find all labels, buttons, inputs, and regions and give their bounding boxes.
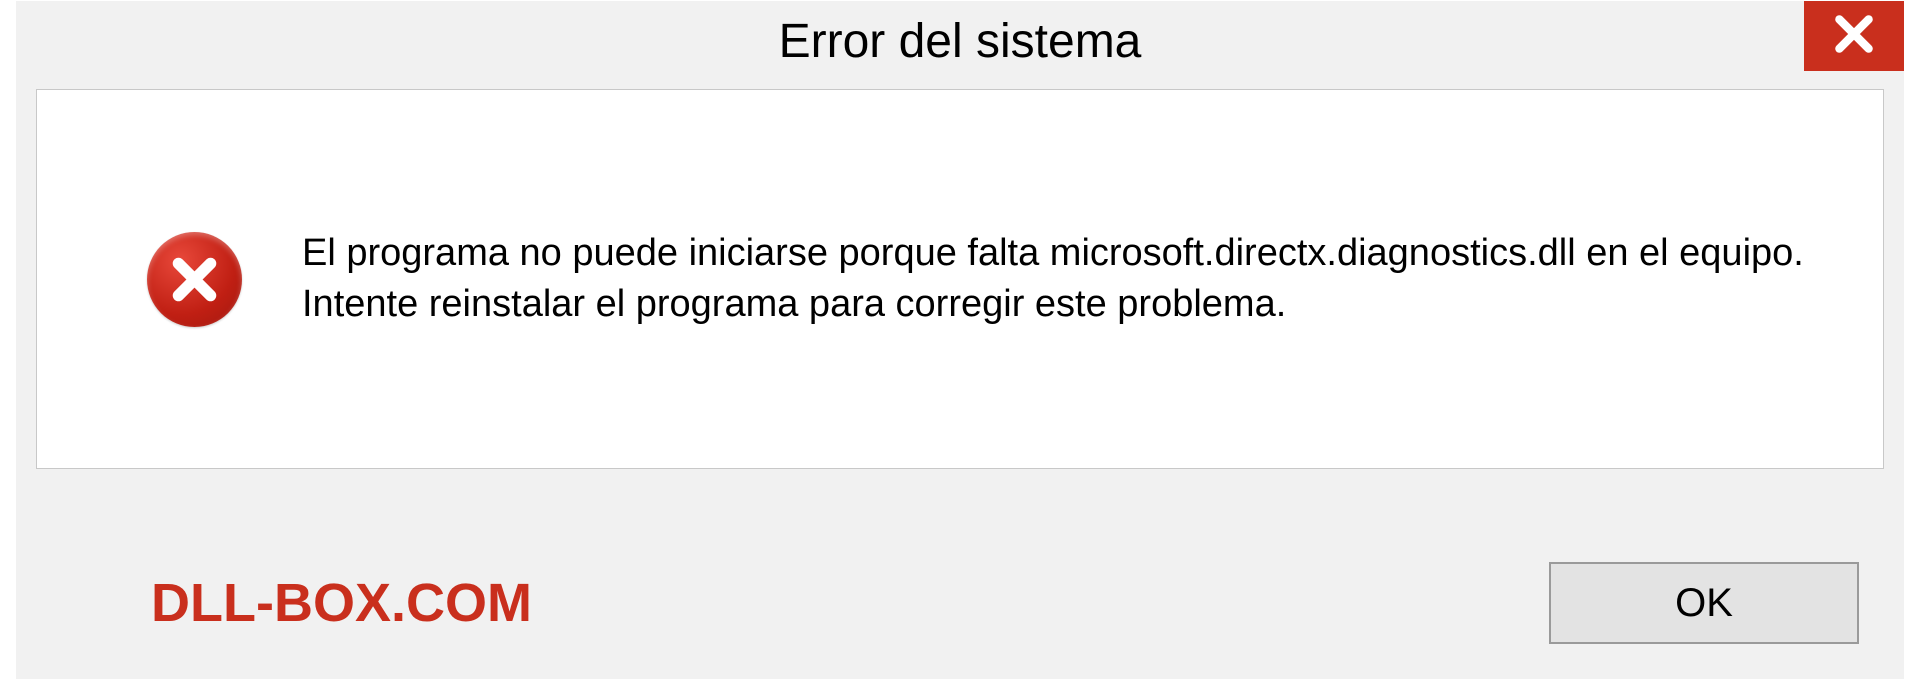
ok-button[interactable]: OK (1549, 562, 1859, 644)
error-icon (147, 232, 242, 327)
error-message: El programa no puede iniciarse porque fa… (302, 228, 1823, 331)
content-panel: El programa no puede iniciarse porque fa… (36, 89, 1884, 469)
watermark-text: DLL-BOX.COM (151, 572, 532, 634)
close-button[interactable] (1804, 1, 1904, 71)
close-icon (1832, 12, 1876, 61)
bottom-row: DLL-BOX.COM OK (16, 562, 1904, 644)
titlebar: Error del sistema (16, 1, 1904, 81)
dialog-title: Error del sistema (779, 14, 1142, 69)
error-dialog: Error del sistema El programa no puede i… (15, 0, 1905, 680)
